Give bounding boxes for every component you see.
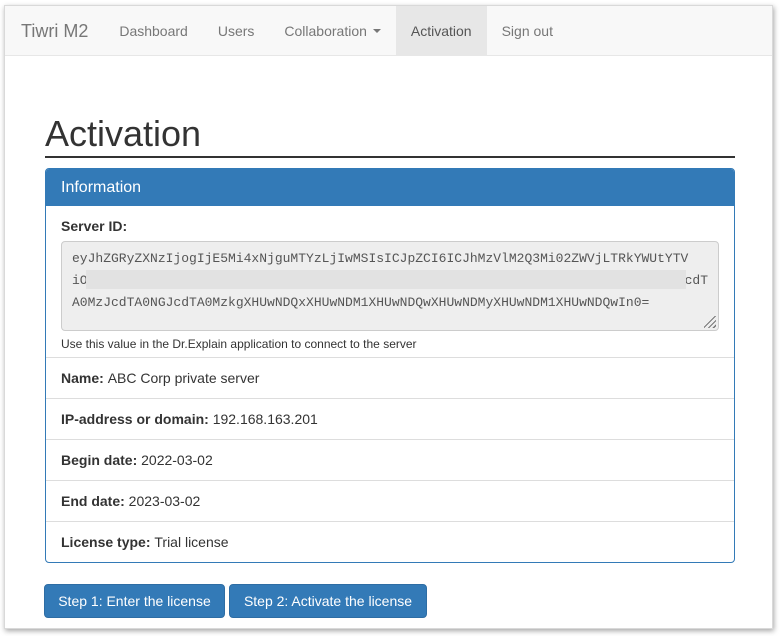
server-id-help: Use this value in the Dr.Explain applica… bbox=[61, 337, 417, 351]
panel-heading: Information bbox=[46, 169, 734, 206]
nav-sign-out-label: Sign out bbox=[501, 22, 553, 39]
license-type-row: License type: Trial license bbox=[46, 522, 734, 562]
nav-users[interactable]: Users bbox=[203, 6, 270, 55]
name-row: Name: ABC Corp private server bbox=[46, 358, 734, 399]
license-type-value: Trial license bbox=[154, 534, 229, 550]
caret-down-icon bbox=[372, 28, 381, 33]
nav-collaboration-label: Collaboration bbox=[284, 22, 367, 39]
nav-dashboard-label: Dashboard bbox=[119, 22, 188, 39]
page-title: Activation bbox=[45, 113, 202, 154]
server-id-line-1: eyJhZGRyZXNzIjogIjE5Mi4xNjguMTYzLjIwMSIs… bbox=[72, 251, 689, 266]
server-id-label: Server ID: bbox=[61, 218, 128, 234]
nav-users-label: Users bbox=[217, 22, 255, 39]
brand-link[interactable]: Tiwri M2 bbox=[5, 6, 104, 55]
ip-label: IP-address or domain: bbox=[61, 411, 213, 427]
end-date-value: 2023-03-02 bbox=[128, 493, 201, 509]
server-id-row: Server ID: eyJhZGRyZXNzIjogIjE5Mi4xNjguM… bbox=[46, 206, 734, 358]
name-value: ABC Corp private server bbox=[107, 370, 260, 386]
end-date-row: End date: 2023-03-02 bbox=[46, 481, 734, 522]
navbar: Tiwri M2 Dashboard Users Collaboration A… bbox=[5, 6, 772, 56]
nav-activation-label: Activation bbox=[410, 22, 472, 39]
nav-activation[interactable]: Activation bbox=[395, 6, 487, 55]
license-type-label: License type: bbox=[61, 534, 155, 550]
server-id-line-2-end: cdT bbox=[684, 273, 708, 288]
resize-grip-icon[interactable] bbox=[704, 316, 716, 328]
enter-license-button[interactable]: Step 1: Enter the license bbox=[44, 584, 225, 618]
end-date-label: End date: bbox=[61, 493, 129, 509]
browser-frame: Tiwri M2 Dashboard Users Collaboration A… bbox=[4, 5, 773, 629]
begin-date-label: Begin date: bbox=[61, 452, 142, 468]
server-id-textarea[interactable]: eyJhZGRyZXNzIjogIjE5Mi4xNjguMTYzLjIwMSIs… bbox=[61, 241, 719, 331]
nav-sign-out[interactable]: Sign out bbox=[487, 6, 568, 55]
activate-license-button[interactable]: Step 2: Activate the license bbox=[229, 584, 427, 618]
ip-row: IP-address or domain: 192.168.163.201 bbox=[46, 399, 734, 440]
server-id-line-3: A0MzJcdTA0NGJcdTA0MzkgXHUwNDQxXHUwNDM1XH… bbox=[72, 295, 650, 310]
nav-dashboard[interactable]: Dashboard bbox=[104, 6, 203, 55]
information-panel: Information Server ID: eyJhZGRyZXNzIjogI… bbox=[45, 168, 735, 563]
name-label: Name: bbox=[61, 370, 108, 386]
ip-value: 192.168.163.201 bbox=[212, 411, 318, 427]
redacted-area bbox=[86, 270, 686, 289]
nav-collaboration-dropdown[interactable]: Collaboration bbox=[269, 6, 396, 55]
title-divider bbox=[45, 156, 735, 158]
begin-date-row: Begin date: 2022-03-02 bbox=[46, 440, 734, 481]
begin-date-value: 2022-03-02 bbox=[141, 452, 213, 468]
